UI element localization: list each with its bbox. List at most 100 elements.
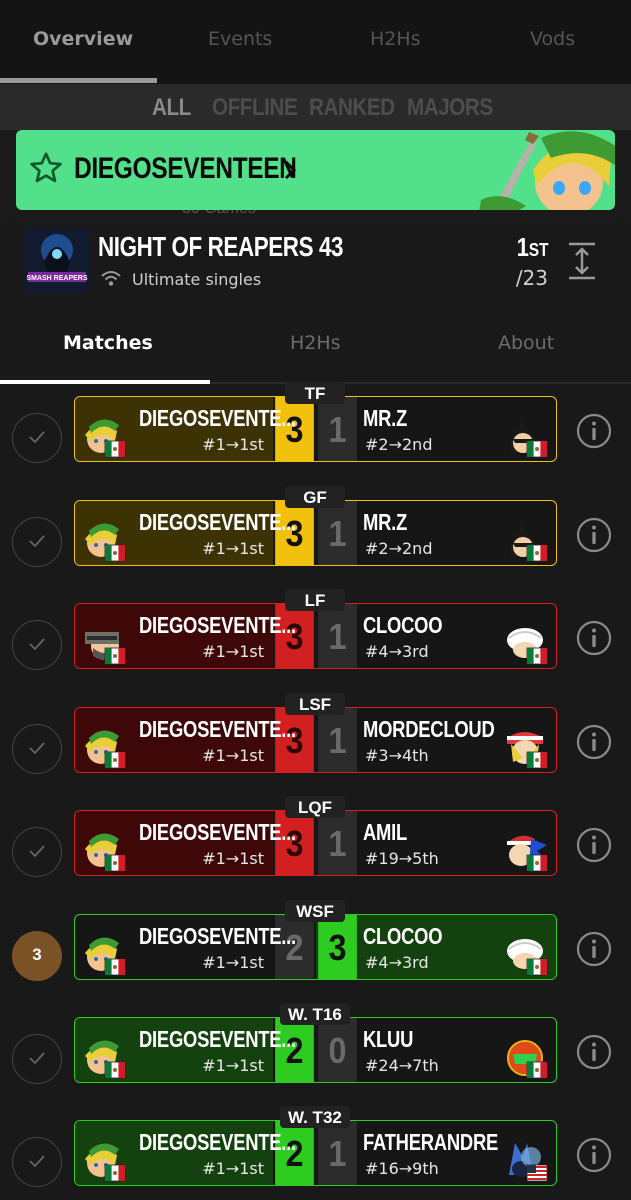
flag-icon <box>104 544 126 562</box>
match-card[interactable]: 3 1 DIEGOSEVENTE... #1→1st AMIL #19→5th <box>74 810 557 876</box>
right-score: 1 <box>318 604 357 668</box>
subtab-about[interactable]: About <box>498 332 554 354</box>
game-count: 3 <box>32 945 42 964</box>
match-card[interactable]: 2 1 DIEGOSEVENTE... #1→1st FATHERANDRE #16→9t… <box>74 1120 557 1186</box>
subtab-matches[interactable]: Matches <box>63 332 153 354</box>
right-character-avatar <box>510 521 548 562</box>
player-name[interactable]: DIEGOSEVENTEEN <box>74 152 297 186</box>
right-player-name[interactable]: CLOCOO <box>363 612 443 639</box>
filter-majors[interactable]: MAJORS <box>407 94 493 122</box>
info-icon[interactable] <box>575 930 613 968</box>
left-character-avatar <box>85 419 126 458</box>
match-card[interactable]: 3 1 DIEGOSEVENTE... #1→1st MR.Z #2→2nd <box>74 396 557 462</box>
check-icon[interactable] <box>12 413 62 463</box>
left-player-name[interactable]: DIEGOSEVENTE... <box>139 509 296 536</box>
info-icon[interactable] <box>575 1136 613 1174</box>
match-card[interactable]: 2 3 DIEGOSEVENTE... #1→1st CLOCOO #4→3rd <box>74 914 557 980</box>
left-seed: #1→1st <box>202 746 264 765</box>
flag-icon <box>526 1061 548 1079</box>
check-icon[interactable] <box>12 517 62 567</box>
left-seed: #1→1st <box>202 435 264 454</box>
tab-overview[interactable]: Overview <box>33 28 133 50</box>
left-player-name[interactable]: DIEGOSEVENTE... <box>139 1129 296 1156</box>
tab-h2hs[interactable]: H2Hs <box>370 28 421 50</box>
tab-events[interactable]: Events <box>208 28 272 50</box>
left-character-avatar <box>85 632 126 665</box>
left-seed: #1→1st <box>202 1056 264 1075</box>
flag-icon <box>104 854 126 872</box>
check-icon[interactable] <box>12 827 62 877</box>
event-type: Ultimate singles <box>132 270 262 289</box>
info-icon[interactable] <box>575 412 613 450</box>
flag-icon <box>526 1164 548 1182</box>
round-label: W. T16 <box>280 1003 350 1025</box>
check-icon[interactable] <box>12 620 62 670</box>
right-player-name[interactable]: FATHERANDRE <box>363 1129 498 1156</box>
round-label: W. T32 <box>280 1106 350 1128</box>
top-nav: Overview Events H2Hs Vods <box>0 0 631 84</box>
round-label: WSF <box>285 900 345 922</box>
right-seed: #3→4th <box>365 746 429 765</box>
flag-icon <box>104 440 126 458</box>
subtab-h2hs[interactable]: H2Hs <box>290 332 341 354</box>
filter-ranked[interactable]: RANKED <box>309 94 395 122</box>
left-character-avatar <box>85 523 126 562</box>
placement: 1ST <box>516 232 548 262</box>
left-player-name[interactable]: DIEGOSEVENTE... <box>139 612 296 639</box>
flag-icon <box>104 647 126 665</box>
right-player-name[interactable]: MR.Z <box>363 405 407 432</box>
right-player-name[interactable]: CLOCOO <box>363 923 443 950</box>
right-seed: #24→7th <box>365 1056 439 1075</box>
filter-offline[interactable]: OFFLINE <box>212 94 298 122</box>
player-banner[interactable]: DIEGOSEVENTEEN <box>16 130 615 210</box>
event-name[interactable]: NIGHT OF REAPERS 43 <box>98 231 343 263</box>
subtab-indicator <box>0 380 210 384</box>
right-character-avatar <box>510 417 548 458</box>
right-player-name[interactable]: MORDECLOUD <box>363 716 495 743</box>
right-seed: #2→2nd <box>365 539 433 558</box>
left-character-avatar <box>85 1143 126 1182</box>
game-count-badge[interactable]: 3 <box>12 931 62 981</box>
right-seed: #4→3rd <box>365 953 429 972</box>
star-icon[interactable] <box>28 150 64 186</box>
left-player-name[interactable]: DIEGOSEVENTE... <box>139 819 296 846</box>
info-icon[interactable] <box>575 826 613 864</box>
expand-icon[interactable] <box>567 241 597 281</box>
flag-icon <box>104 958 126 976</box>
tab-vods[interactable]: Vods <box>530 28 575 50</box>
left-player-name[interactable]: DIEGOSEVENTE... <box>139 923 296 950</box>
check-icon[interactable] <box>12 1034 62 1084</box>
info-icon[interactable] <box>575 516 613 554</box>
match-card[interactable]: 3 1 DIEGOSEVENTE... #1→1st CLOCOO #4→3rd <box>74 603 557 669</box>
character-portrait <box>479 131 615 210</box>
right-player-name[interactable]: KLUU <box>363 1026 413 1053</box>
check-icon[interactable] <box>12 1137 62 1187</box>
left-player-name[interactable]: DIEGOSEVENTE... <box>139 1026 296 1053</box>
info-icon[interactable] <box>575 1033 613 1071</box>
round-label: GF <box>285 486 345 508</box>
info-icon[interactable] <box>575 723 613 761</box>
round-label: LQF <box>285 796 345 818</box>
flag-icon <box>104 1061 126 1079</box>
right-score: 1 <box>318 811 357 875</box>
match-card[interactable]: 3 1 DIEGOSEVENTE... #1→1st MORDECLOUD #3→4th <box>74 707 557 773</box>
flag-icon <box>526 854 548 872</box>
match-card[interactable]: 2 0 DIEGOSEVENTE... #1→1st KLUU #24→7th <box>74 1017 557 1083</box>
right-character-avatar <box>507 939 548 976</box>
right-seed: #4→3rd <box>365 642 429 661</box>
left-character-avatar <box>85 937 126 976</box>
match-card[interactable]: 3 1 DIEGOSEVENTE... #1→1st MR.Z #2→2nd <box>74 500 557 566</box>
check-icon[interactable] <box>12 724 62 774</box>
flag-icon <box>526 751 548 769</box>
right-character-avatar <box>509 1143 548 1182</box>
info-icon[interactable] <box>575 619 613 657</box>
filter-all[interactable]: ALL <box>152 94 191 122</box>
left-player-name[interactable]: DIEGOSEVENTE... <box>139 716 296 743</box>
left-character-avatar <box>85 833 126 872</box>
right-player-name[interactable]: MR.Z <box>363 509 407 536</box>
left-seed: #1→1st <box>202 539 264 558</box>
right-score: 1 <box>318 708 357 772</box>
right-score: 0 <box>318 1018 357 1082</box>
right-player-name[interactable]: AMIL <box>363 819 407 846</box>
left-player-name[interactable]: DIEGOSEVENTE... <box>139 405 296 432</box>
